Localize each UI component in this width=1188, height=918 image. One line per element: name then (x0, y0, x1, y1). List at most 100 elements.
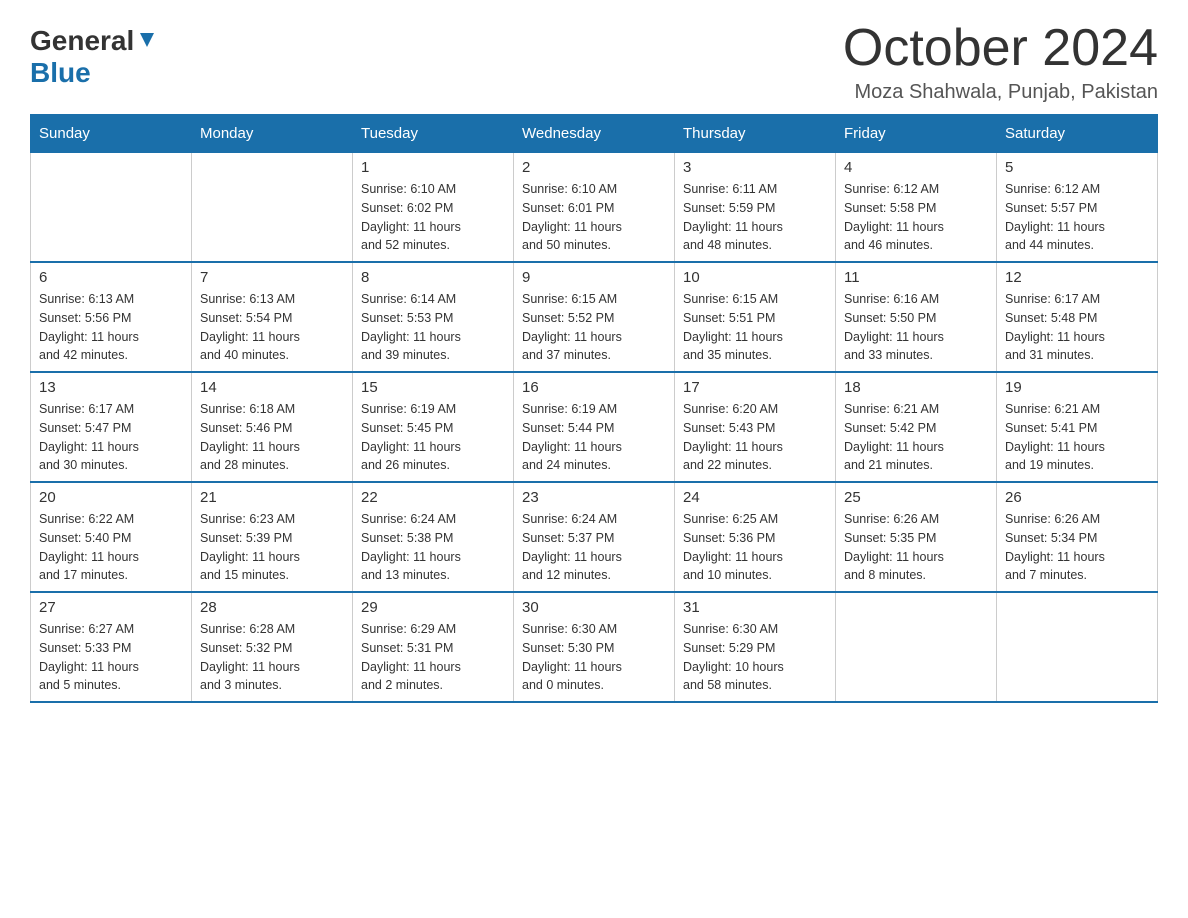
day-number: 2 (522, 159, 666, 176)
main-title: October 2024 (843, 20, 1158, 77)
day-number: 21 (200, 489, 344, 506)
calendar-cell (192, 153, 353, 263)
day-info: Sunrise: 6:25 AMSunset: 5:36 PMDaylight:… (683, 510, 827, 585)
day-info: Sunrise: 6:17 AMSunset: 5:47 PMDaylight:… (39, 400, 183, 475)
day-number: 30 (522, 599, 666, 616)
day-number: 31 (683, 599, 827, 616)
calendar-cell: 11 Sunrise: 6:16 AMSunset: 5:50 PMDayligh… (836, 262, 997, 372)
page-header: General Blue October 2024 Moza Shahwala,… (30, 20, 1158, 104)
day-number: 12 (1005, 269, 1149, 286)
day-info: Sunrise: 6:21 AMSunset: 5:42 PMDaylight:… (844, 400, 988, 475)
day-info: Sunrise: 6:27 AMSunset: 5:33 PMDaylight:… (39, 620, 183, 695)
calendar-cell: 18 Sunrise: 6:21 AMSunset: 5:42 PMDayligh… (836, 372, 997, 482)
calendar-cell: 8 Sunrise: 6:14 AMSunset: 5:53 PMDaylight… (353, 262, 514, 372)
logo-general-text: General (30, 25, 134, 57)
day-info: Sunrise: 6:12 AMSunset: 5:58 PMDaylight:… (844, 180, 988, 255)
title-section: October 2024 Moza Shahwala, Punjab, Paki… (843, 20, 1158, 104)
day-number: 17 (683, 379, 827, 396)
logo-triangle-icon (136, 29, 158, 51)
calendar-cell: 24 Sunrise: 6:25 AMSunset: 5:36 PMDayligh… (675, 482, 836, 592)
day-number: 23 (522, 489, 666, 506)
day-info: Sunrise: 6:17 AMSunset: 5:48 PMDaylight:… (1005, 290, 1149, 365)
day-info: Sunrise: 6:16 AMSunset: 5:50 PMDaylight:… (844, 290, 988, 365)
calendar-cell: 14Sunrise: 6:18 AMSunset: 5:46 PMDayligh… (192, 372, 353, 482)
day-info: Sunrise: 6:10 AMSunset: 6:02 PMDaylight:… (361, 180, 505, 255)
calendar-cell: 22 Sunrise: 6:24 AMSunset: 5:38 PMDayligh… (353, 482, 514, 592)
day-info: Sunrise: 6:23 AMSunset: 5:39 PMDaylight:… (200, 510, 344, 585)
calendar-cell: 20 Sunrise: 6:22 AMSunset: 5:40 PMDayligh… (31, 482, 192, 592)
calendar-cell: 23Sunrise: 6:24 AMSunset: 5:37 PMDayligh… (514, 482, 675, 592)
calendar-cell: 6Sunrise: 6:13 AMSunset: 5:56 PMDaylight… (31, 262, 192, 372)
day-info: Sunrise: 6:15 AMSunset: 5:52 PMDaylight:… (522, 290, 666, 365)
day-number: 7 (200, 269, 344, 286)
calendar-cell: 19Sunrise: 6:21 AMSunset: 5:41 PMDayligh… (997, 372, 1158, 482)
day-number: 26 (1005, 489, 1149, 506)
day-number: 5 (1005, 159, 1149, 176)
day-number: 15 (361, 379, 505, 396)
day-info: Sunrise: 6:26 AMSunset: 5:35 PMDaylight:… (844, 510, 988, 585)
calendar-cell (836, 592, 997, 702)
day-number: 20 (39, 489, 183, 506)
calendar-cell: 7Sunrise: 6:13 AMSunset: 5:54 PMDaylight… (192, 262, 353, 372)
day-number: 28 (200, 599, 344, 616)
day-info: Sunrise: 6:19 AMSunset: 5:44 PMDaylight:… (522, 400, 666, 475)
calendar-cell: 15 Sunrise: 6:19 AMSunset: 5:45 PMDayligh… (353, 372, 514, 482)
day-info: Sunrise: 6:26 AMSunset: 5:34 PMDaylight:… (1005, 510, 1149, 585)
day-info: Sunrise: 6:28 AMSunset: 5:32 PMDaylight:… (200, 620, 344, 695)
calendar-cell: 29 Sunrise: 6:29 AMSunset: 5:31 PMDayligh… (353, 592, 514, 702)
day-info: Sunrise: 6:20 AMSunset: 5:43 PMDaylight:… (683, 400, 827, 475)
day-number: 4 (844, 159, 988, 176)
day-number: 24 (683, 489, 827, 506)
col-tuesday: Tuesday (353, 115, 514, 153)
calendar-cell: 17 Sunrise: 6:20 AMSunset: 5:43 PMDayligh… (675, 372, 836, 482)
calendar-week-row: 6Sunrise: 6:13 AMSunset: 5:56 PMDaylight… (31, 262, 1158, 372)
calendar-cell: 26 Sunrise: 6:26 AMSunset: 5:34 PMDayligh… (997, 482, 1158, 592)
col-sunday: Sunday (31, 115, 192, 153)
day-number: 3 (683, 159, 827, 176)
calendar-cell (31, 153, 192, 263)
day-number: 25 (844, 489, 988, 506)
day-info: Sunrise: 6:11 AMSunset: 5:59 PMDaylight:… (683, 180, 827, 255)
day-info: Sunrise: 6:24 AMSunset: 5:38 PMDaylight:… (361, 510, 505, 585)
subtitle: Moza Shahwala, Punjab, Pakistan (843, 81, 1158, 104)
day-info: Sunrise: 6:15 AMSunset: 5:51 PMDaylight:… (683, 290, 827, 365)
col-monday: Monday (192, 115, 353, 153)
day-number: 22 (361, 489, 505, 506)
day-number: 8 (361, 269, 505, 286)
calendar-cell: 21 Sunrise: 6:23 AMSunset: 5:39 PMDayligh… (192, 482, 353, 592)
calendar-cell: 16 Sunrise: 6:19 AMSunset: 5:44 PMDayligh… (514, 372, 675, 482)
day-number: 11 (844, 269, 988, 286)
day-info: Sunrise: 6:18 AMSunset: 5:46 PMDaylight:… (200, 400, 344, 475)
calendar-cell: 13 Sunrise: 6:17 AMSunset: 5:47 PMDayligh… (31, 372, 192, 482)
day-info: Sunrise: 6:30 AMSunset: 5:29 PMDaylight:… (683, 620, 827, 695)
day-info: Sunrise: 6:22 AMSunset: 5:40 PMDaylight:… (39, 510, 183, 585)
calendar-week-row: 1 Sunrise: 6:10 AMSunset: 6:02 PMDaylight… (31, 153, 1158, 263)
day-info: Sunrise: 6:14 AMSunset: 5:53 PMDaylight:… (361, 290, 505, 365)
calendar-header-row: Sunday Monday Tuesday Wednesday Thursday… (31, 115, 1158, 153)
calendar-cell: 30 Sunrise: 6:30 AMSunset: 5:30 PMDayligh… (514, 592, 675, 702)
day-number: 18 (844, 379, 988, 396)
day-info: Sunrise: 6:12 AMSunset: 5:57 PMDaylight:… (1005, 180, 1149, 255)
day-info: Sunrise: 6:19 AMSunset: 5:45 PMDaylight:… (361, 400, 505, 475)
col-thursday: Thursday (675, 115, 836, 153)
day-number: 16 (522, 379, 666, 396)
logo-blue-text: Blue (30, 59, 91, 87)
day-number: 10 (683, 269, 827, 286)
day-info: Sunrise: 6:30 AMSunset: 5:30 PMDaylight:… (522, 620, 666, 695)
day-number: 13 (39, 379, 183, 396)
day-info: Sunrise: 6:13 AMSunset: 5:56 PMDaylight:… (39, 290, 183, 365)
day-info: Sunrise: 6:29 AMSunset: 5:31 PMDaylight:… (361, 620, 505, 695)
calendar-cell: 5 Sunrise: 6:12 AMSunset: 5:57 PMDaylight… (997, 153, 1158, 263)
calendar-cell: 10 Sunrise: 6:15 AMSunset: 5:51 PMDayligh… (675, 262, 836, 372)
calendar-cell: 1 Sunrise: 6:10 AMSunset: 6:02 PMDaylight… (353, 153, 514, 263)
col-wednesday: Wednesday (514, 115, 675, 153)
day-number: 1 (361, 159, 505, 176)
day-number: 27 (39, 599, 183, 616)
calendar-week-row: 13 Sunrise: 6:17 AMSunset: 5:47 PMDayligh… (31, 372, 1158, 482)
logo: General Blue (30, 20, 158, 87)
calendar-cell: 9Sunrise: 6:15 AMSunset: 5:52 PMDaylight… (514, 262, 675, 372)
calendar-cell: 31 Sunrise: 6:30 AMSunset: 5:29 PMDayligh… (675, 592, 836, 702)
day-number: 29 (361, 599, 505, 616)
calendar-cell: 3 Sunrise: 6:11 AMSunset: 5:59 PMDaylight… (675, 153, 836, 263)
calendar-cell: 28 Sunrise: 6:28 AMSunset: 5:32 PMDayligh… (192, 592, 353, 702)
